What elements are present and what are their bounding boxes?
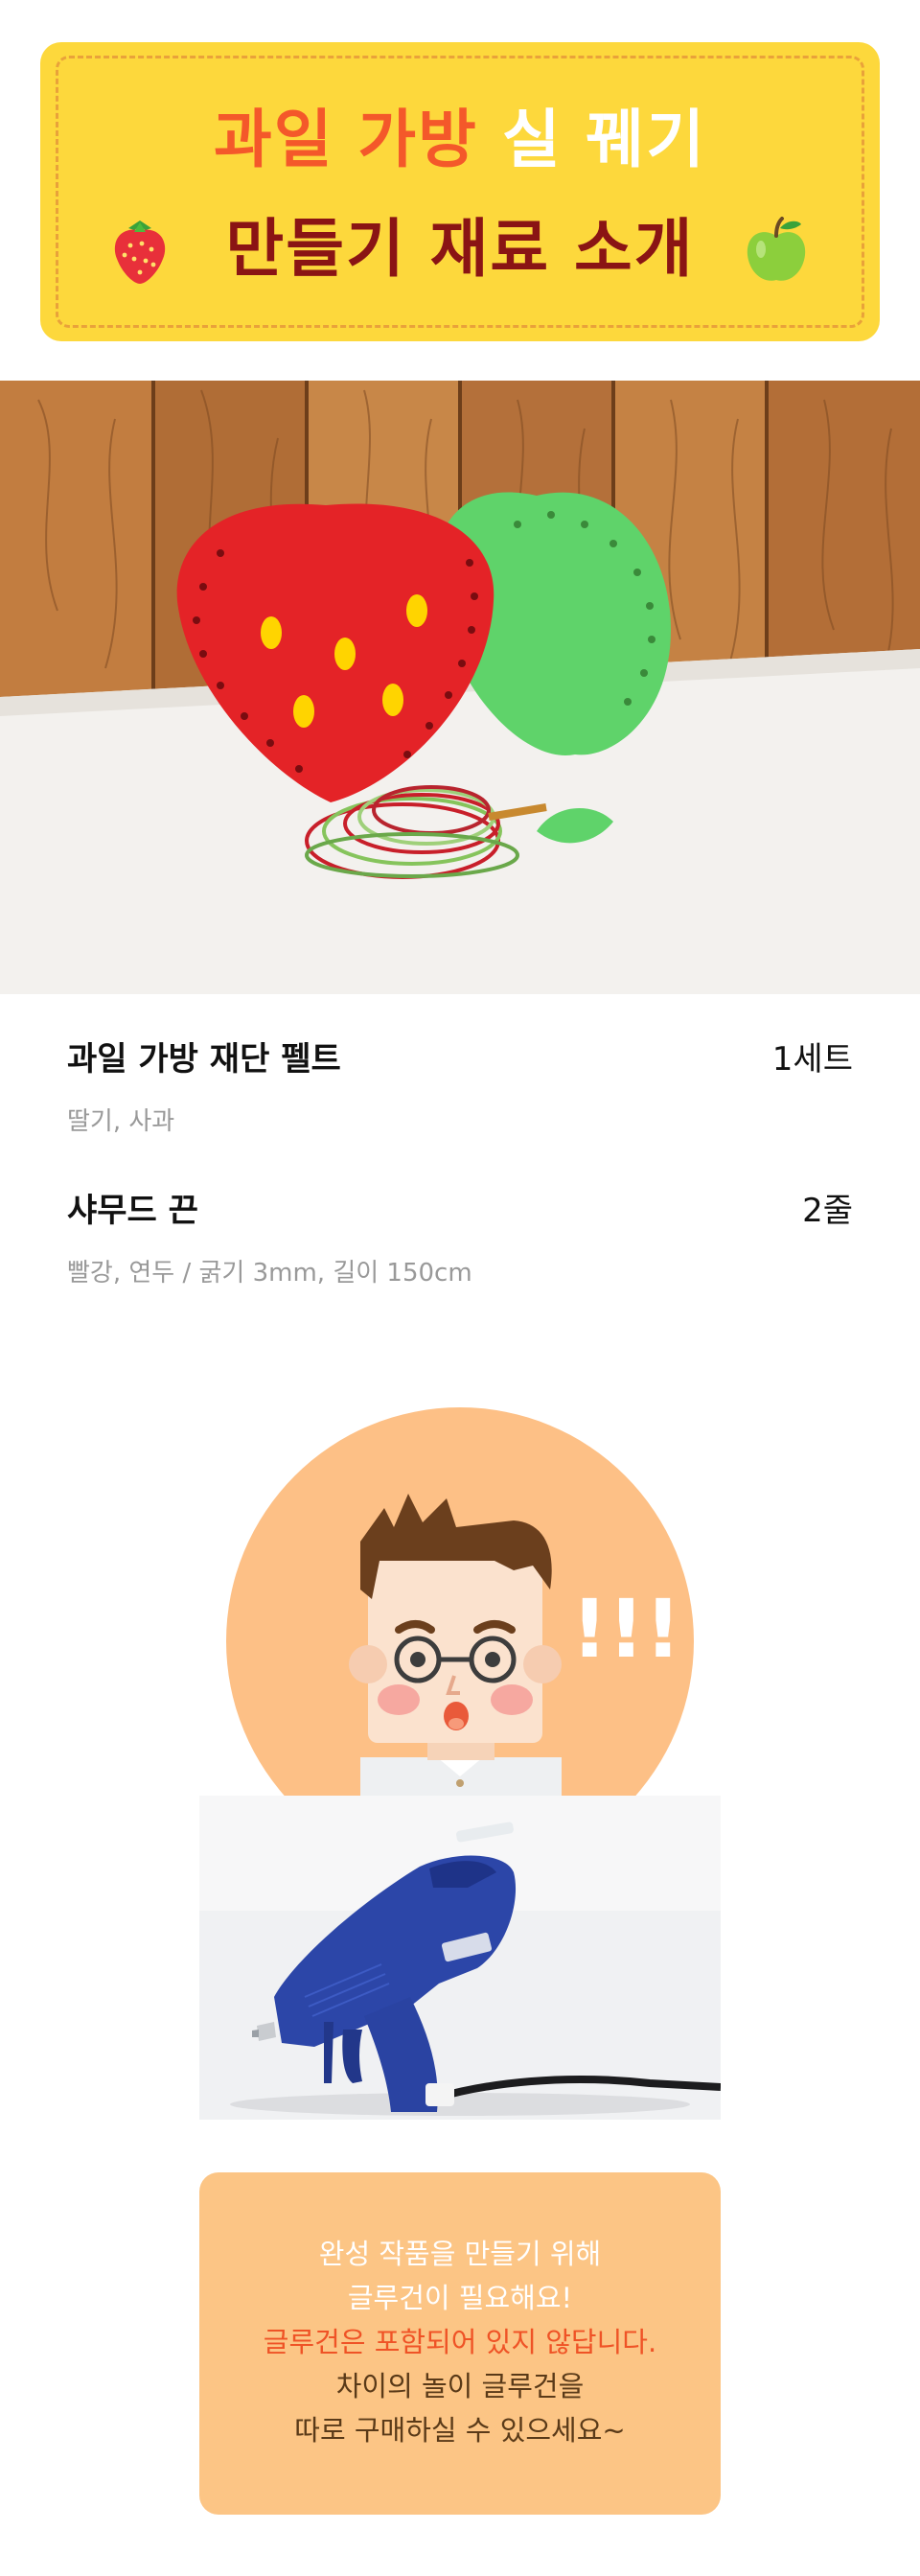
banner-title-part2: 실 꿰기 xyxy=(501,103,706,176)
materials-photo xyxy=(0,381,920,994)
notice-line: 차이의 놀이 글루건을 xyxy=(335,2370,585,2402)
notice-line: 완성 작품을 만들기 위해 xyxy=(318,2238,602,2270)
banner-title: 과일 가방 실 꿰기 xyxy=(40,102,880,178)
glue-gun-photo xyxy=(199,1796,721,2120)
header-banner: 과일 가방 실 꿰기 만들기 재료 소개 xyxy=(40,42,880,341)
notice-box: 완성 작품을 만들기 위해 글루건이 필요해요! 글루건은 포함되어 있지 않답… xyxy=(199,2172,721,2515)
exclaim-text: !!! xyxy=(571,1582,681,1676)
apple-icon xyxy=(747,217,806,281)
item-description: 빨강, 연두 / 굵기 3mm, 길이 150cm xyxy=(67,1259,472,1288)
item-description: 딸기, 사과 xyxy=(67,1107,175,1136)
notice-lines: 완성 작품을 만들기 위해 글루건이 필요해요! 글루건은 포함되어 있지 않답… xyxy=(199,2232,721,2452)
item-quantity: 2줄 xyxy=(802,1192,853,1230)
banner-title-part1: 과일 가방 xyxy=(214,103,478,176)
item-quantity: 1세트 xyxy=(771,1040,853,1079)
notice-line-warning: 글루건은 포함되어 있지 않답니다. xyxy=(263,2326,657,2358)
surprised-character-illustration: !!! xyxy=(226,1407,694,1796)
list-item: 샤무드 끈 2줄 빨강, 연두 / 굵기 3mm, 길이 150cm xyxy=(67,1190,853,1289)
notice-line: 글루건이 필요해요! xyxy=(347,2282,573,2314)
list-item: 과일 가방 재단 펠트 1세트 딸기, 사과 xyxy=(67,1038,853,1138)
notice-line: 따로 구매하실 수 있으세요~ xyxy=(294,2414,626,2447)
item-name: 과일 가방 재단 펠트 xyxy=(67,1040,341,1079)
item-name: 샤무드 끈 xyxy=(67,1192,198,1230)
